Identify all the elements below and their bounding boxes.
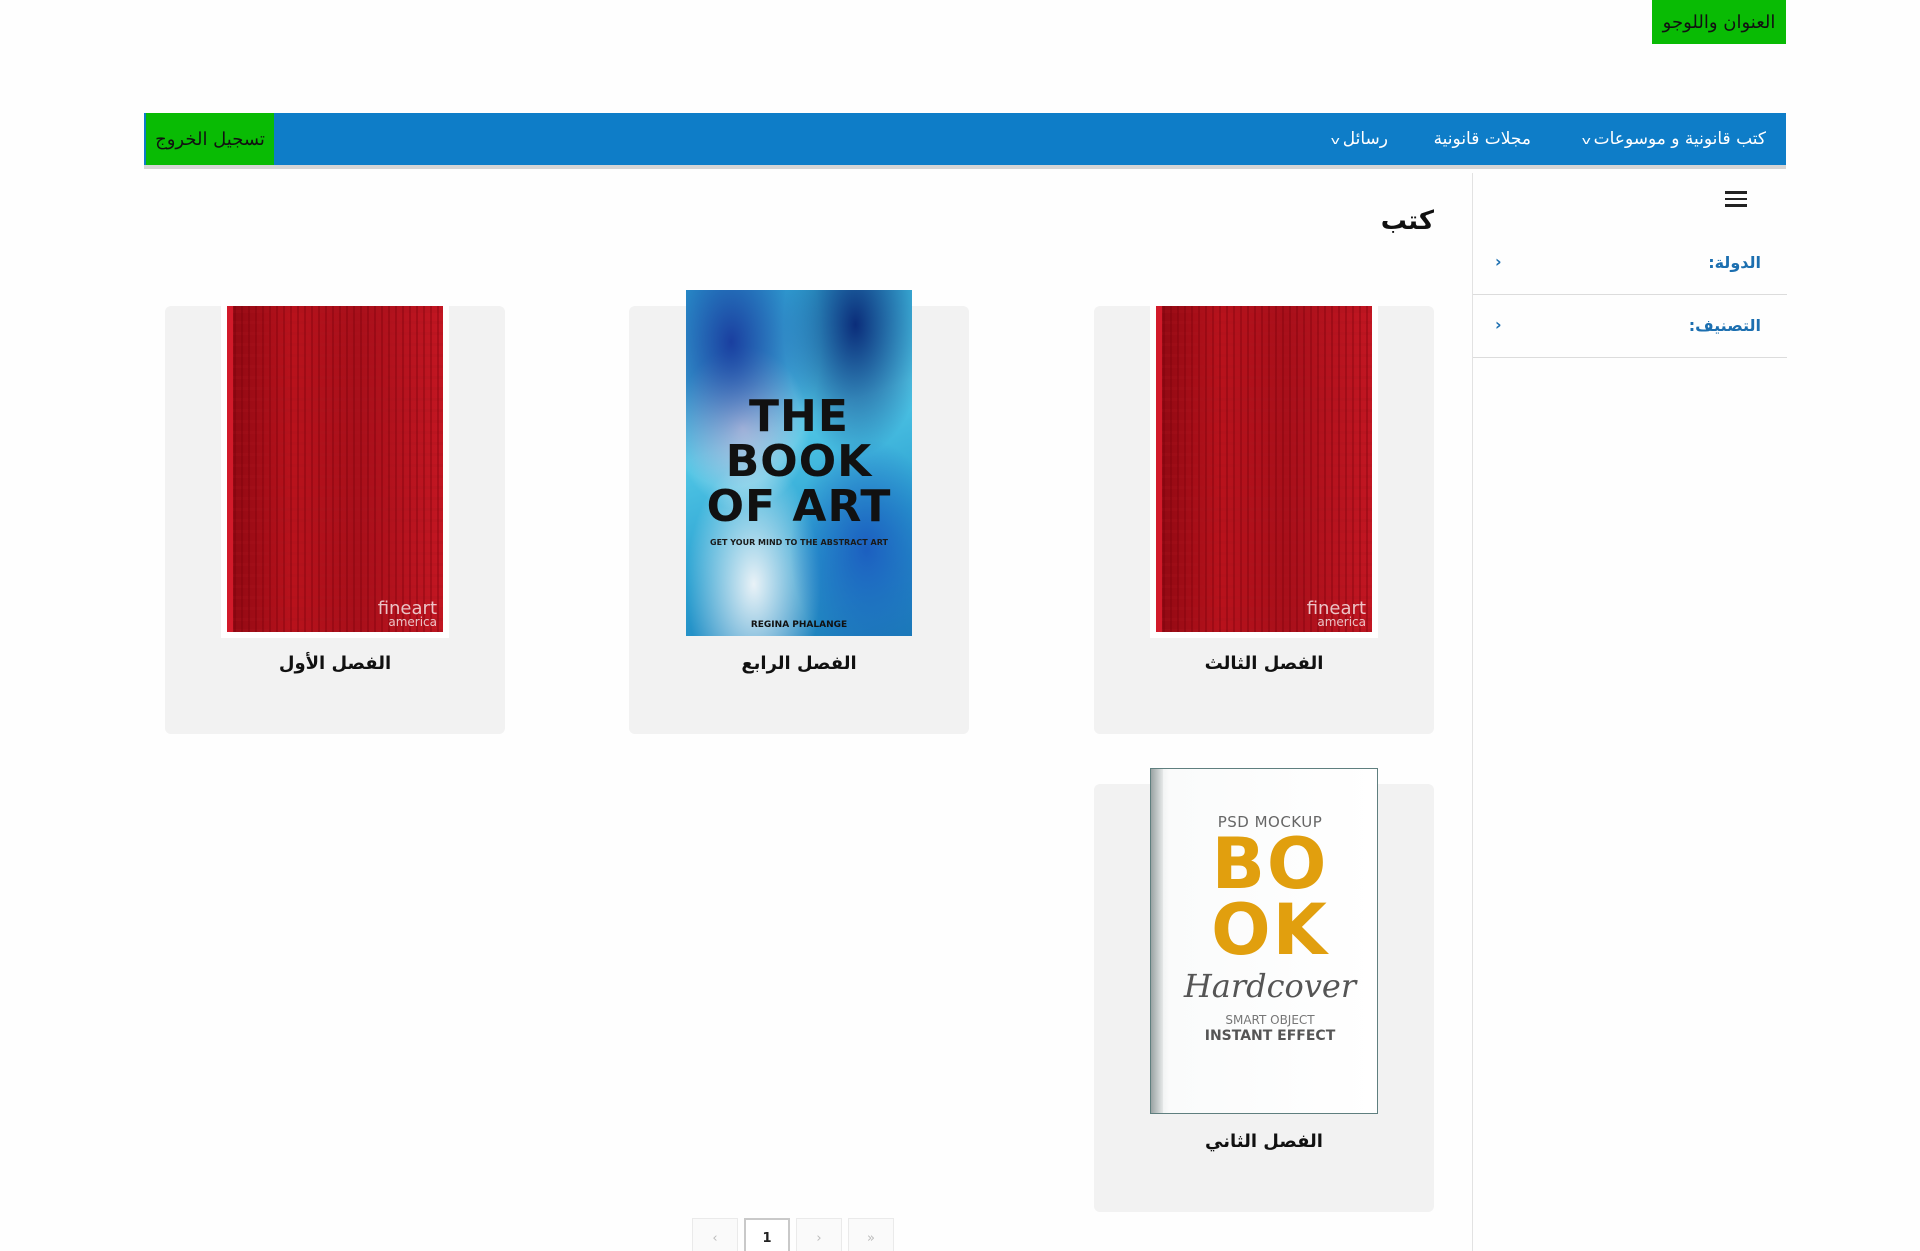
book-title: الفصل الثالث xyxy=(1204,653,1324,674)
cover-title: BO OK xyxy=(1211,823,1329,971)
book-card[interactable]: fineart america الفصل الثالث xyxy=(1094,300,1434,734)
pagination-page-button[interactable]: 1 xyxy=(744,1218,790,1251)
book-cover-image: THE BOOK OF ART GET YOUR MIND TO THE ABS… xyxy=(686,290,912,636)
book-cover-image: fineart america xyxy=(221,300,449,638)
cover-text: INSTANT EFFECT xyxy=(1204,1028,1336,1044)
cover-brand: fineart america xyxy=(1306,598,1366,629)
book-card[interactable]: PSD MOCKUP BO OK Hardcover SMART OBJECT … xyxy=(1094,768,1434,1212)
chevron-down-icon: v xyxy=(1330,133,1341,147)
book-title: الفصل الأول xyxy=(278,653,392,674)
book-card[interactable]: THE BOOK OF ART GET YOUR MIND TO THE ABS… xyxy=(629,290,969,734)
nav-item-label: مجلات قانونية xyxy=(1433,129,1531,149)
chevron-right-icon: › xyxy=(1495,315,1502,334)
hamburger-menu-icon[interactable] xyxy=(1725,191,1747,209)
nav-item-legal-books[interactable]: كتب قانونية و موسوعات v xyxy=(1581,113,1766,165)
cover-author: REGINA PHALANGE xyxy=(750,620,848,630)
filter-category[interactable]: التصنيف: › xyxy=(1473,296,1787,358)
nav-item-label: كتب قانونية و موسوعات xyxy=(1593,129,1766,149)
chevron-down-icon: v xyxy=(1581,133,1591,147)
filter-label: التصنيف: xyxy=(1688,316,1761,335)
cover-title: THE BOOK OF ART xyxy=(706,391,892,532)
cover-text: Hardcover xyxy=(1183,967,1357,1005)
cover-subtitle: GET YOUR MIND TO THE ABSTRACT ART xyxy=(710,538,888,547)
pagination-prev-button[interactable]: ‹ xyxy=(692,1218,738,1251)
book-cover-image: PSD MOCKUP BO OK Hardcover SMART OBJECT … xyxy=(1150,768,1378,1114)
pagination-next-button[interactable]: › xyxy=(796,1218,842,1251)
nav-item-label: رسائل xyxy=(1342,129,1388,149)
book-title: الفصل الرابع xyxy=(741,653,857,674)
nav-item-legal-journals[interactable]: مجلات قانونية xyxy=(1434,113,1531,165)
pagination: ‹ 1 › » xyxy=(692,1218,894,1251)
main-navbar: تسجيل الخروج كتب قانونية و موسوعات v مجل… xyxy=(144,113,1786,169)
nav-item-theses[interactable]: رسائل v xyxy=(1330,113,1388,165)
filter-sidebar: الدولة: › التصنيف: › xyxy=(1472,173,1787,1251)
filter-country[interactable]: الدولة: › xyxy=(1473,233,1787,295)
book-card[interactable]: fineart america الفصل الأول xyxy=(165,300,505,734)
chevron-right-icon: › xyxy=(1495,252,1502,271)
book-title: الفصل الثاني xyxy=(1205,1131,1323,1152)
logout-button[interactable]: تسجيل الخروج xyxy=(146,113,274,165)
filter-label: الدولة: xyxy=(1708,253,1761,272)
site-logo[interactable]: العنوان واللوجو xyxy=(1652,0,1786,44)
cover-text: SMART OBJECT xyxy=(1225,1013,1315,1027)
page-title: كتب xyxy=(1380,206,1434,236)
pagination-last-button[interactable]: » xyxy=(848,1218,894,1251)
cover-brand: fineart america xyxy=(377,598,437,629)
book-cover-image: fineart america xyxy=(1150,300,1378,638)
